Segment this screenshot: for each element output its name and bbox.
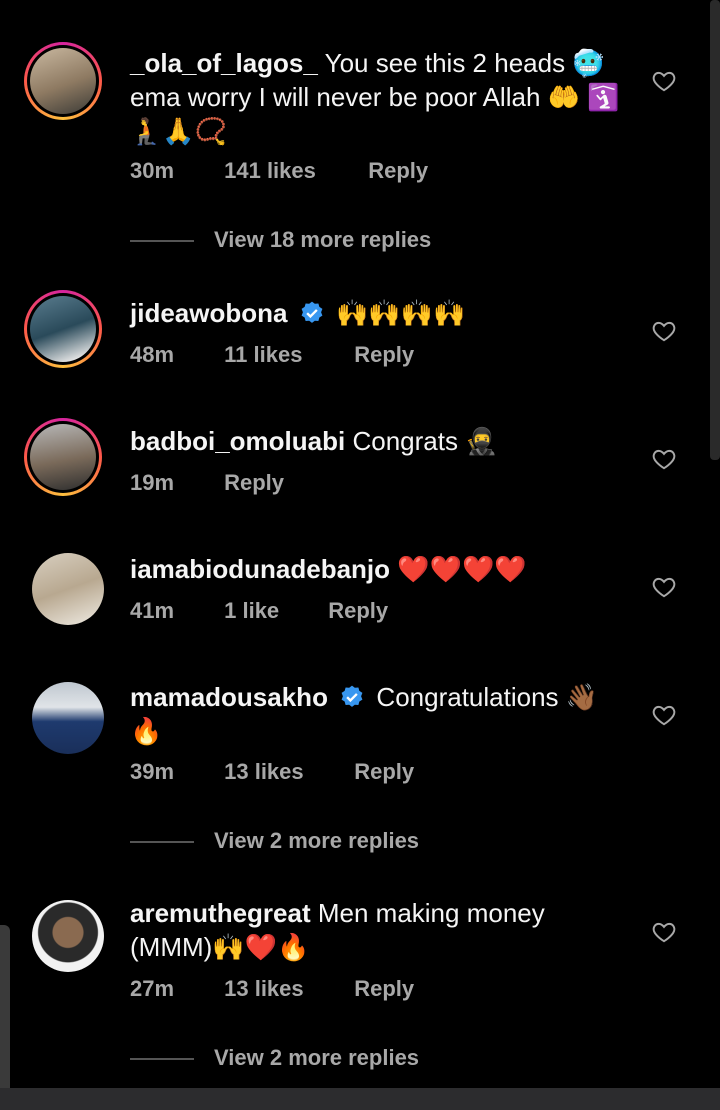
view-more-replies[interactable]: View 2 more replies [130,1045,419,1071]
avatar[interactable] [24,418,102,496]
reply-button[interactable]: Reply [354,759,414,785]
heart-icon[interactable] [651,702,677,728]
avatar[interactable] [32,553,104,625]
divider [130,1058,194,1061]
likes-count[interactable]: 1 like [224,598,322,624]
reply-button[interactable]: Reply [354,342,414,368]
reply-button[interactable]: Reply [354,976,414,1002]
username[interactable]: iamabiodunadebanjo [130,554,390,584]
username[interactable]: jideawobona [130,298,287,328]
likes-count[interactable]: 11 likes [224,342,348,368]
avatar[interactable] [32,900,104,972]
timestamp: 27m [130,976,175,1001]
timestamp: 41m [130,598,175,623]
username[interactable]: badboi_omoluabi [130,426,345,456]
heart-icon[interactable] [651,446,677,472]
verified-badge-icon [341,685,363,707]
comment-text: Congrats 🥷 [352,426,498,456]
view-more-replies[interactable]: View 2 more replies [130,828,419,854]
username[interactable]: mamadousakho [130,682,328,712]
timestamp: 30m [130,158,175,183]
avatar[interactable] [24,290,102,368]
username[interactable]: aremuthegreat [130,898,311,928]
divider [130,240,194,243]
avatar[interactable] [32,682,104,754]
heart-icon[interactable] [651,318,677,344]
avatar[interactable] [24,42,102,120]
likes-count[interactable]: 13 likes [224,976,348,1002]
username[interactable]: _ola_of_lagos_ [130,48,318,78]
likes-count[interactable]: 13 likes [224,759,348,785]
reply-button[interactable]: Reply [368,158,428,184]
verified-badge-icon [301,301,323,323]
reply-button[interactable]: Reply [224,470,284,496]
timestamp: 19m [130,470,175,495]
comment-text: 🙌🙌🙌🙌 [335,298,466,328]
timestamp: 48m [130,342,175,367]
reply-button[interactable]: Reply [328,598,388,624]
divider [130,841,194,844]
likes-count[interactable]: 141 likes [224,158,362,184]
heart-icon[interactable] [651,574,677,600]
bottom-bar [0,1088,720,1110]
scrollbar[interactable] [710,0,720,460]
heart-icon[interactable] [651,68,677,94]
heart-icon[interactable] [651,919,677,945]
timestamp: 39m [130,759,175,784]
comment-text: ❤️❤️❤️❤️ [397,554,527,584]
drag-handle[interactable] [0,925,10,1110]
view-more-replies[interactable]: View 18 more replies [130,227,431,253]
